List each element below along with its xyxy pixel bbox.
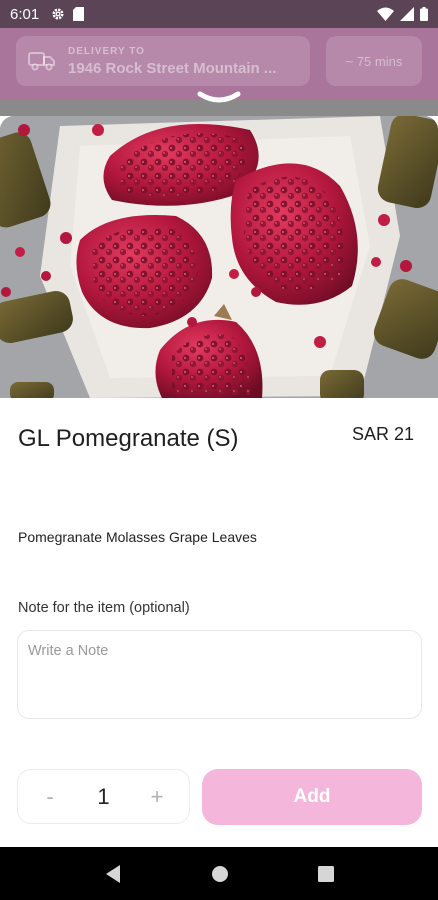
navigation-bar xyxy=(0,847,438,900)
pomegranate-photo xyxy=(0,116,438,398)
sim-card-icon xyxy=(73,7,85,21)
eta-card[interactable]: ~ 75 mins xyxy=(326,36,422,86)
increase-quantity-button[interactable]: + xyxy=(147,784,167,810)
delivery-label: DELIVERY TO xyxy=(68,45,145,57)
status-time: 6:01 xyxy=(10,5,40,23)
decrease-quantity-button[interactable]: - xyxy=(40,784,60,810)
recents-icon[interactable] xyxy=(317,865,334,882)
note-label: Note for the item (optional) xyxy=(18,600,190,616)
add-to-cart-button[interactable]: Add xyxy=(202,769,422,825)
product-image xyxy=(0,116,438,398)
home-icon[interactable] xyxy=(211,865,229,883)
product-price: SAR 21 xyxy=(351,424,414,444)
product-description: Pomegranate Molasses Grape Leaves xyxy=(18,529,257,545)
wifi-icon xyxy=(377,7,394,21)
eta-text: ~ 75 mins xyxy=(345,53,403,69)
delivery-truck-icon xyxy=(28,52,55,71)
signal-icon xyxy=(400,7,414,21)
delivery-address: 1946 Rock Street Mountain ... xyxy=(68,59,277,77)
note-input[interactable] xyxy=(17,630,422,719)
back-icon[interactable] xyxy=(104,864,122,884)
delivery-location-card[interactable]: DELIVERY TO 1946 Rock Street Mountain ..… xyxy=(16,36,310,86)
chevron-down-icon[interactable] xyxy=(196,90,242,106)
quantity-value: 1 xyxy=(97,783,110,809)
gear-icon xyxy=(52,8,64,20)
battery-icon xyxy=(420,7,428,21)
quantity-stepper: - 1 + xyxy=(17,769,190,824)
status-bar: 6:01 xyxy=(0,0,438,28)
product-title: GL Pomegranate (S) xyxy=(18,425,239,452)
